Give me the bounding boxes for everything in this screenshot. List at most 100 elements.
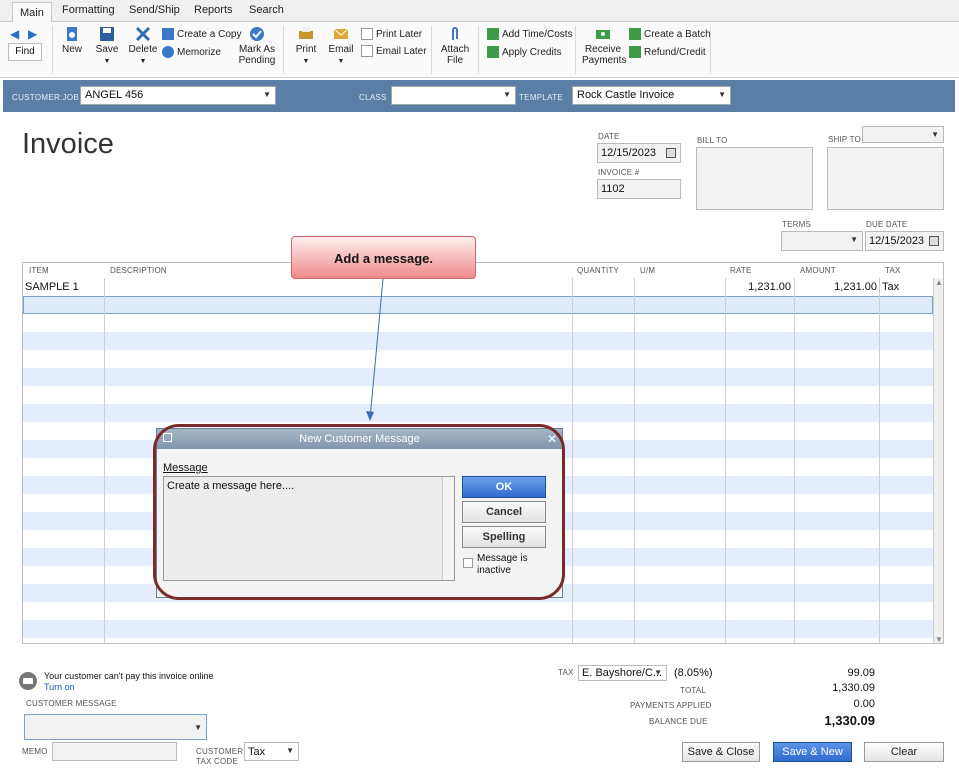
delete-label: Delete <box>128 44 158 55</box>
callout-arrow-icon <box>366 279 384 421</box>
due-date-field[interactable]: 12/15/2023 <box>865 231 944 251</box>
tab-search[interactable]: Search <box>249 4 284 16</box>
save-new-button[interactable]: Save & New <box>773 742 852 762</box>
toolbar: ◀ ▶ Find New Save ▼ Delete ▼ Create a Copy… <box>0 22 959 78</box>
table-row-empty[interactable] <box>23 314 933 332</box>
chevron-down-icon[interactable]: ▼ <box>718 90 726 99</box>
tax-cell[interactable]: Tax <box>882 281 899 293</box>
scroll-up-icon[interactable]: ▲ <box>935 278 943 287</box>
payments-applied-label: PAYMENTS APPLIED <box>630 701 712 710</box>
tax-item-select[interactable]: E. Bayshore/C... ▼ <box>578 665 667 681</box>
bill-to-field[interactable] <box>696 147 813 210</box>
amount-cell[interactable]: 1,231.00 <box>795 281 877 293</box>
scroll-down-icon[interactable]: ▼ <box>935 635 943 643</box>
receive-payments-button[interactable]: Receive Payments <box>582 26 627 66</box>
table-row-selected[interactable] <box>23 296 933 314</box>
print-later-checkbox[interactable]: Print Later <box>361 28 422 40</box>
apply-credits-button[interactable]: Apply Credits <box>487 46 561 58</box>
delete-button[interactable]: Delete ▼ <box>128 26 158 67</box>
tab-formatting[interactable]: Formatting <box>62 4 115 16</box>
new-document-icon <box>67 27 77 41</box>
print-dropdown-icon[interactable]: ▼ <box>303 58 310 65</box>
turn-on-link[interactable]: Turn on <box>44 682 75 692</box>
create-batch-button[interactable]: Create a Batch <box>629 28 711 40</box>
due-date-label: DUE DATE <box>866 220 908 229</box>
credit-card-icon <box>19 672 37 690</box>
delete-x-icon <box>135 26 151 42</box>
item-cell[interactable]: SAMPLE 1 <box>25 281 79 293</box>
table-scrollbar[interactable]: ▲ ▼ <box>933 278 943 643</box>
table-row-empty[interactable] <box>23 602 933 620</box>
email-later-checkbox[interactable]: Email Later <box>361 45 427 57</box>
email-label: Email <box>328 44 354 55</box>
new-label: New <box>61 44 82 55</box>
memo-field[interactable] <box>52 742 177 761</box>
printer-icon <box>299 27 313 39</box>
email-envelope-icon <box>333 28 349 39</box>
attach-label-2: File <box>446 55 464 66</box>
print-button[interactable]: Print ▼ <box>292 26 320 67</box>
attach-file-button[interactable]: Attach File <box>440 26 470 66</box>
terms-select[interactable]: ▼ <box>781 231 863 251</box>
chevron-down-icon[interactable]: ▼ <box>654 668 662 677</box>
page-title: Invoice <box>22 128 114 160</box>
customer-job-select[interactable]: ANGEL 456 ▼ <box>80 86 276 105</box>
total-label: TOTAL <box>680 686 707 695</box>
create-copy-label: Create a Copy <box>177 28 242 40</box>
calendar-icon[interactable] <box>666 148 676 158</box>
table-row-empty[interactable] <box>23 368 933 386</box>
clear-button[interactable]: Clear <box>864 742 944 762</box>
due-date-value: 12/15/2023 <box>869 235 925 247</box>
chevron-down-icon[interactable]: ▼ <box>503 90 511 99</box>
refund-credit-button[interactable]: Refund/Credit <box>629 46 706 58</box>
apply-credits-label: Apply Credits <box>502 46 562 58</box>
delete-dropdown-icon[interactable]: ▼ <box>140 58 147 65</box>
add-time-label: Add Time/Costs <box>502 28 573 40</box>
template-select[interactable]: Rock Castle Invoice ▼ <box>572 86 731 105</box>
table-row-empty[interactable] <box>23 350 933 368</box>
forward-arrow-icon[interactable]: ▶ <box>28 27 37 41</box>
ship-to-field[interactable] <box>827 147 944 210</box>
tab-main[interactable]: Main <box>12 2 52 22</box>
email-dropdown-icon[interactable]: ▼ <box>338 58 345 65</box>
chevron-down-icon[interactable]: ▼ <box>263 90 271 99</box>
table-row-empty[interactable] <box>23 332 933 350</box>
memorize-button[interactable]: Memorize <box>162 46 221 58</box>
receive-payments-label-2: Payments <box>582 55 627 66</box>
memo-label: MEMO <box>22 747 48 756</box>
email-later-box[interactable] <box>361 45 373 57</box>
tab-reports[interactable]: Reports <box>194 4 233 16</box>
mark-as-pending-button[interactable]: Mark As Pending <box>236 26 278 66</box>
ship-to-select[interactable]: ▼ <box>862 126 944 143</box>
table-row-empty[interactable] <box>23 404 933 422</box>
new-button[interactable]: New <box>60 26 84 55</box>
class-select[interactable]: ▼ <box>391 86 516 105</box>
save-dropdown-icon[interactable]: ▼ <box>104 58 111 65</box>
find-button[interactable]: Find <box>8 43 42 61</box>
invoice-number-field[interactable]: 1102 <box>597 179 681 199</box>
chevron-down-icon[interactable]: ▼ <box>850 235 858 244</box>
table-row[interactable]: SAMPLE 1 1,231.00 1,231.00 Tax <box>23 278 933 296</box>
chevron-down-icon[interactable]: ▼ <box>194 723 202 732</box>
customer-tax-code-select[interactable]: Tax ▼ <box>244 742 299 761</box>
batch-icon <box>629 28 641 40</box>
customer-job-label: CUSTOMER:JOB <box>12 93 80 102</box>
rate-cell[interactable]: 1,231.00 <box>726 281 791 293</box>
add-time-costs-button[interactable]: Add Time/Costs <box>487 28 573 40</box>
chevron-down-icon[interactable]: ▼ <box>931 130 939 139</box>
email-button[interactable]: Email ▼ <box>327 26 355 67</box>
calendar-icon[interactable] <box>929 236 939 246</box>
print-label: Print <box>295 44 317 55</box>
save-close-button[interactable]: Save & Close <box>682 742 760 762</box>
create-copy-button[interactable]: Create a Copy <box>162 28 241 40</box>
date-field[interactable]: 12/15/2023 <box>597 143 681 163</box>
customer-message-select[interactable]: ▼ <box>24 714 207 740</box>
save-button[interactable]: Save ▼ <box>94 26 120 67</box>
tax-rate: (8.05%) <box>674 667 713 679</box>
table-row-empty[interactable] <box>23 620 933 638</box>
print-later-box[interactable] <box>361 28 373 40</box>
table-row-empty[interactable] <box>23 386 933 404</box>
back-arrow-icon[interactable]: ◀ <box>10 27 19 41</box>
chevron-down-icon[interactable]: ▼ <box>286 746 294 755</box>
tab-send-ship[interactable]: Send/Ship <box>129 4 180 16</box>
